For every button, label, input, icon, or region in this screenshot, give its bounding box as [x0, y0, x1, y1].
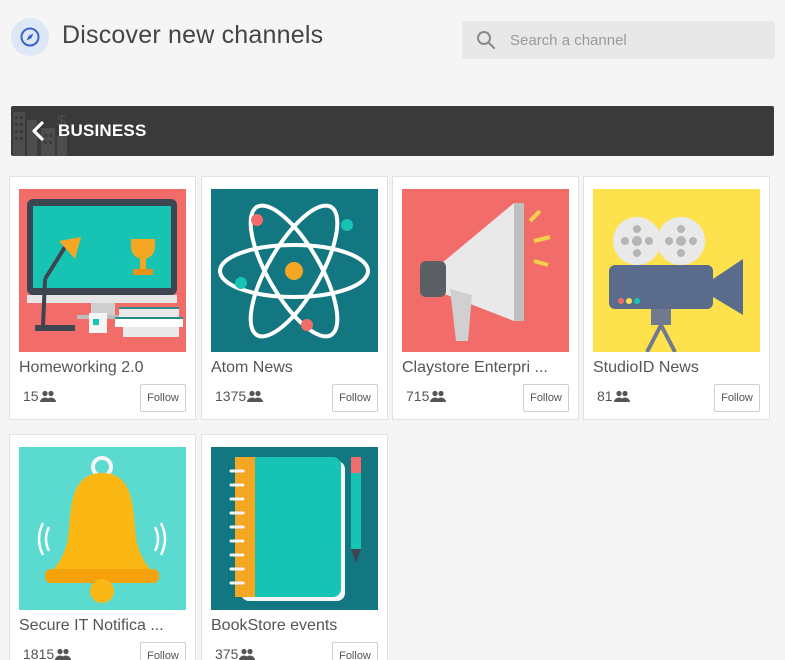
category-title: BUSINESS [58, 121, 147, 140]
follower-count-value: 375 [215, 646, 239, 660]
channel-card[interactable]: StudioID News 81 Follow [583, 176, 770, 420]
atom-illustration [211, 189, 378, 352]
users-icon [430, 390, 447, 402]
channel-name[interactable]: StudioID News [593, 359, 699, 377]
channel-card[interactable]: Atom News 1375 Follow [201, 176, 388, 420]
users-icon [55, 648, 72, 660]
users-icon [39, 390, 56, 402]
users-icon [247, 390, 264, 402]
channel-card[interactable]: Secure IT Notifica ... 1815 Follow [9, 434, 196, 660]
follower-count: 1815 [23, 646, 72, 660]
page-title: Discover new channels [62, 21, 324, 49]
compass-icon [11, 18, 49, 56]
follow-button[interactable]: Follow [332, 642, 378, 660]
follower-count-value: 15 [23, 388, 39, 404]
search-box[interactable] [462, 21, 775, 59]
follower-count-value: 81 [597, 388, 613, 404]
follower-count: 715 [406, 388, 447, 404]
channel-card[interactable]: BookStore events 375 Follow [201, 434, 388, 660]
megaphone-illustration [402, 189, 569, 352]
follower-count: 375 [215, 646, 256, 660]
search-input[interactable] [510, 21, 765, 59]
channel-name[interactable]: BookStore events [211, 617, 337, 635]
follower-count: 81 [597, 388, 630, 404]
movie-camera-illustration [593, 189, 760, 352]
channel-name[interactable]: Secure IT Notifica ... [19, 617, 164, 635]
search-icon [476, 30, 496, 55]
page-header: Discover new channels [0, 0, 785, 80]
follow-button[interactable]: Follow [332, 384, 378, 412]
channel-card[interactable]: Claystore Enterpri ... 715 Follow [392, 176, 579, 420]
follow-button[interactable]: Follow [523, 384, 569, 412]
channel-name[interactable]: Homeworking 2.0 [19, 359, 144, 377]
follower-count-value: 715 [406, 388, 430, 404]
back-chevron-icon[interactable] [31, 121, 45, 146]
channel-card[interactable]: Homeworking 2.0 15 Follow [9, 176, 196, 420]
follower-count-value: 1815 [23, 646, 55, 660]
follow-button[interactable]: Follow [714, 384, 760, 412]
category-bar: $ BUSINESS [11, 106, 774, 156]
follower-count: 15 [23, 388, 56, 404]
bell-illustration [19, 447, 186, 610]
follow-button[interactable]: Follow [140, 642, 186, 660]
users-icon [613, 390, 630, 402]
follower-count-value: 1375 [215, 388, 247, 404]
users-icon [239, 648, 256, 660]
channel-name[interactable]: Atom News [211, 359, 293, 377]
desk-lamp-trophy-illustration [19, 189, 186, 352]
follow-button[interactable]: Follow [140, 384, 186, 412]
follower-count: 1375 [215, 388, 264, 404]
channel-name[interactable]: Claystore Enterpri ... [402, 359, 548, 377]
notebook-pen-illustration [211, 447, 378, 610]
